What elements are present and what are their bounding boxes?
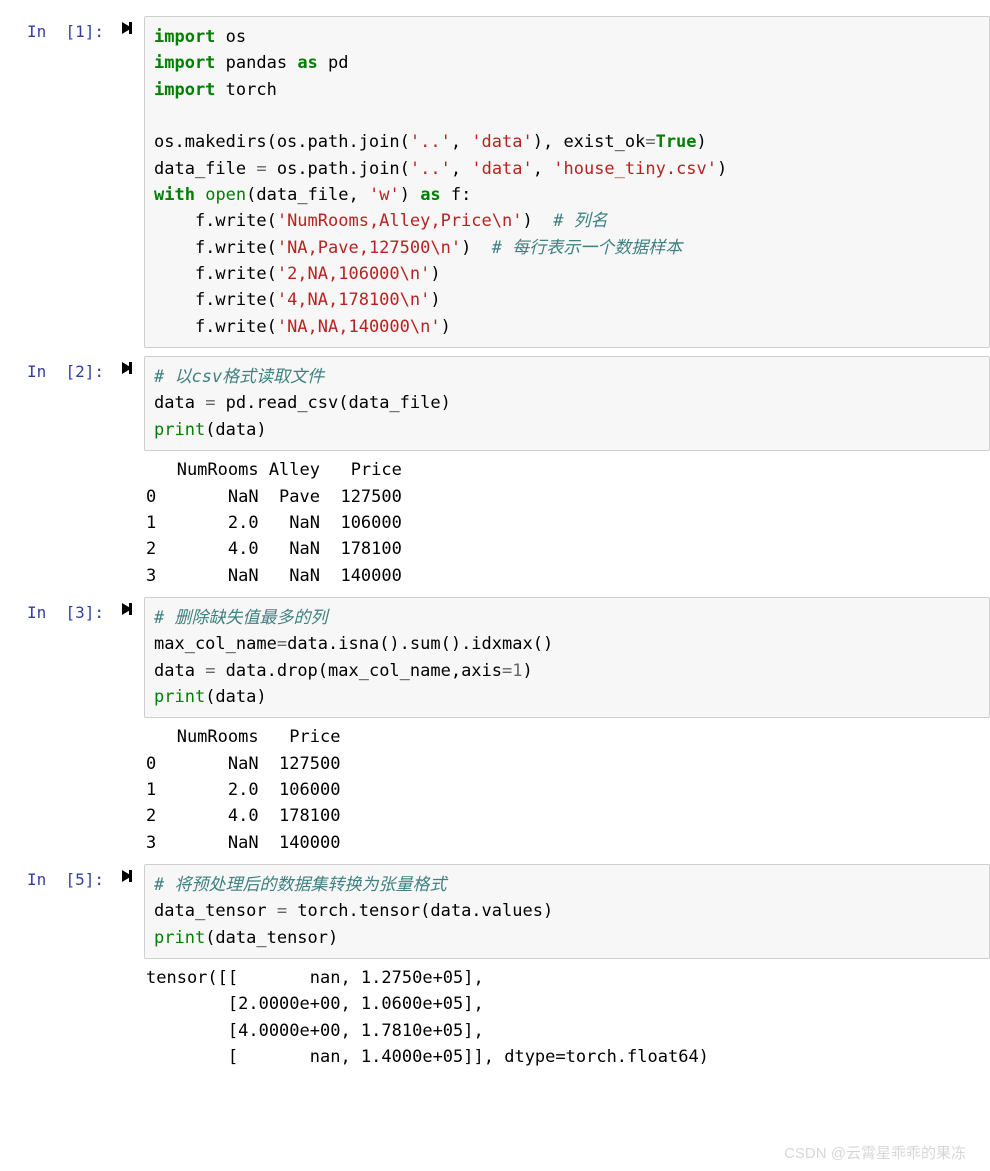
run-button-area [110, 16, 144, 34]
cell: In [2]: # 以csv格式读取文件 data = pd.read_csv(d… [0, 356, 990, 589]
run-button-area [110, 864, 144, 882]
code-text[interactable]: import os import pandas as pd import tor… [154, 24, 981, 340]
input-prompt: In [2]: [0, 356, 110, 381]
input-prompt: In [3]: [0, 597, 110, 622]
code-area: # 将预处理后的数据集转换为张量格式 data_tensor = torch.t… [144, 864, 990, 1070]
code-block[interactable]: # 将预处理后的数据集转换为张量格式 data_tensor = torch.t… [144, 864, 990, 959]
run-cell-icon[interactable] [122, 362, 132, 374]
code-block[interactable]: import os import pandas as pd import tor… [144, 16, 990, 348]
cell: In [3]: # 删除缺失值最多的列 max_col_name=data.isn… [0, 597, 990, 856]
code-text[interactable]: # 将预处理后的数据集转换为张量格式 data_tensor = torch.t… [154, 872, 981, 951]
code-area: import os import pandas as pd import tor… [144, 16, 990, 348]
code-text[interactable]: # 删除缺失值最多的列 max_col_name=data.isna().sum… [154, 605, 981, 710]
cell: In [5]: # 将预处理后的数据集转换为张量格式 data_tensor = … [0, 864, 990, 1070]
code-block[interactable]: # 以csv格式读取文件 data = pd.read_csv(data_fil… [144, 356, 990, 451]
input-prompt: In [1]: [0, 16, 110, 41]
run-cell-icon[interactable] [122, 22, 132, 34]
code-text[interactable]: # 以csv格式读取文件 data = pd.read_csv(data_fil… [154, 364, 981, 443]
output-text: NumRooms Price 0 NaN 127500 1 2.0 106000… [144, 718, 990, 856]
run-button-area [110, 597, 144, 615]
run-button-area [110, 356, 144, 374]
output-text: NumRooms Alley Price 0 NaN Pave 127500 1… [144, 451, 990, 589]
code-area: # 删除缺失值最多的列 max_col_name=data.isna().sum… [144, 597, 990, 856]
cell: In [1]: import os import pandas as pd imp… [0, 16, 990, 348]
code-block[interactable]: # 删除缺失值最多的列 max_col_name=data.isna().sum… [144, 597, 990, 718]
output-text: tensor([[ nan, 1.2750e+05], [2.0000e+00,… [144, 959, 990, 1070]
input-prompt: In [5]: [0, 864, 110, 889]
run-cell-icon[interactable] [122, 870, 132, 882]
run-cell-icon[interactable] [122, 603, 132, 615]
watermark-text: CSDN @云霄星乖乖的果冻 [784, 1142, 966, 1163]
jupyter-notebook: In [1]: import os import pandas as pd imp… [0, 0, 990, 1094]
code-area: # 以csv格式读取文件 data = pd.read_csv(data_fil… [144, 356, 990, 589]
